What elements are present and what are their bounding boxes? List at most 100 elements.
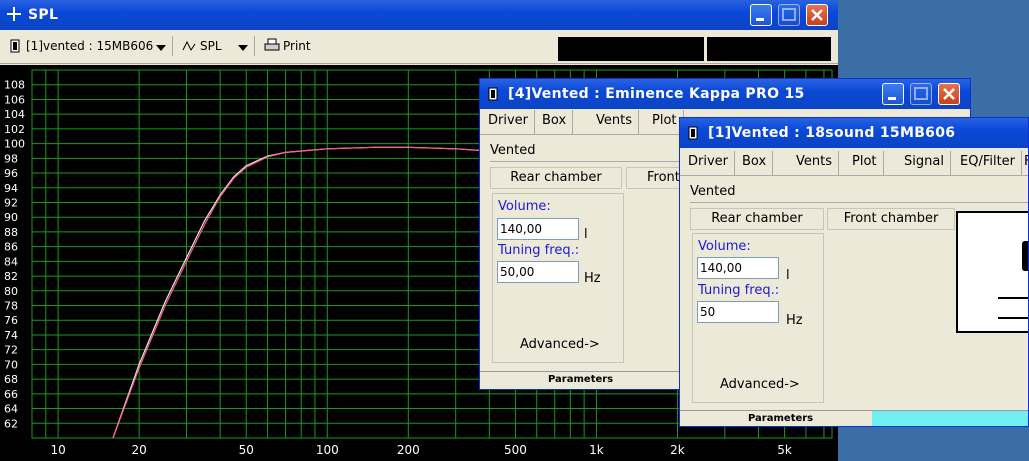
y-tick-label: 92 xyxy=(4,196,18,209)
minimize-button[interactable] xyxy=(750,4,772,26)
mode-selector[interactable]: SPL xyxy=(200,39,222,53)
tuning-input[interactable]: 50,00 xyxy=(497,261,579,283)
box-preview xyxy=(956,211,1028,333)
advanced-button[interactable]: Advanced-> xyxy=(720,377,800,392)
y-tick-label: 66 xyxy=(4,388,18,401)
tab-plot[interactable]: Plot xyxy=(646,110,684,134)
front-chamber-button[interactable]: Front chamber xyxy=(827,208,955,230)
tab-plot[interactable]: Plot xyxy=(846,151,884,175)
tab-driver[interactable]: Driver xyxy=(682,151,736,175)
x-tick-label: 20 xyxy=(131,443,146,457)
spl-series-line-1 xyxy=(112,146,537,439)
y-tick-label: 64 xyxy=(4,403,18,416)
crosshair-icon xyxy=(6,6,22,25)
y-tick-label: 62 xyxy=(4,417,18,430)
y-tick-label: 90 xyxy=(4,211,18,224)
port-line xyxy=(998,317,1028,319)
18sound-window-title: [1]Vented : 18sound 15MB606 xyxy=(708,125,956,141)
spl-series-line-0 xyxy=(112,146,537,439)
front-chamber-button[interactable]: Front xyxy=(626,167,686,189)
y-tick-label: 82 xyxy=(4,270,18,283)
18sound-titlebar[interactable]: [1]Vented : 18sound 15MB606 xyxy=(680,118,1028,148)
spl-window-title: SPL xyxy=(28,7,59,23)
status-label: Parameters xyxy=(748,413,814,424)
print-button[interactable]: Print xyxy=(283,39,311,53)
wave-icon xyxy=(182,40,198,55)
y-tick-label: 100 xyxy=(4,138,25,151)
y-tick-label: 102 xyxy=(4,123,25,136)
box-type-field[interactable]: Vented xyxy=(690,184,1028,203)
y-tick-label: 94 xyxy=(4,182,18,195)
y-tick-label: 106 xyxy=(4,93,25,106)
18sound-statusbar: Parameters xyxy=(680,410,1028,426)
spl-titlebar[interactable]: SPL xyxy=(0,0,838,30)
tab-more[interactable]: F xyxy=(1018,151,1028,175)
x-tick-label: 500 xyxy=(504,443,527,457)
progress-bar xyxy=(872,411,1028,426)
y-tick-label: 68 xyxy=(4,373,18,386)
18sound-window: [1]Vented : 18sound 15MB606 Driver Box V… xyxy=(679,117,1029,427)
y-tick-label: 98 xyxy=(4,152,18,165)
volume-unit: l xyxy=(786,268,790,283)
minimize-button[interactable] xyxy=(882,83,904,105)
close-button[interactable] xyxy=(938,83,960,105)
y-tick-label: 88 xyxy=(4,226,18,239)
spl-toolbar: [1]vented : 15MB606 SPL Print xyxy=(0,30,838,64)
speaker-icon xyxy=(488,87,498,104)
maximize-button[interactable] xyxy=(910,83,932,105)
volume-input[interactable]: 140,00 xyxy=(697,257,779,279)
x-tick-label: 10 xyxy=(50,443,65,457)
chevron-down-icon[interactable] xyxy=(238,42,248,56)
tab-box[interactable]: Box xyxy=(736,151,774,175)
tuning-unit: Hz xyxy=(584,271,601,286)
tab-vents[interactable]: Vents xyxy=(790,151,839,175)
rear-chamber-button[interactable]: Rear chamber xyxy=(690,208,824,230)
volume-unit: l xyxy=(584,227,588,242)
readout-box-1 xyxy=(558,37,704,61)
status-label: Parameters xyxy=(548,374,614,385)
printer-icon[interactable] xyxy=(264,38,280,55)
tuning-label: Tuning freq.: xyxy=(498,243,580,258)
x-tick-label: 50 xyxy=(239,443,254,457)
y-tick-label: 96 xyxy=(4,167,18,180)
chevron-down-icon[interactable] xyxy=(156,42,166,56)
speaker-icon xyxy=(688,126,698,143)
tab-box[interactable]: Box xyxy=(536,110,574,134)
y-tick-label: 76 xyxy=(4,314,18,327)
driver-selector[interactable]: [1]vented : 15MB606 xyxy=(26,39,153,53)
y-tick-label: 108 xyxy=(4,79,25,92)
volume-label: Volume: xyxy=(498,199,551,214)
close-button[interactable] xyxy=(806,4,828,26)
tab-driver[interactable]: Driver xyxy=(482,110,536,134)
tuning-input[interactable]: 50 xyxy=(697,301,779,323)
18sound-tabbar: Driver Box Vents Plot Signal EQ/Filter F xyxy=(680,151,1028,176)
tab-vents[interactable]: Vents xyxy=(590,110,639,134)
maximize-button[interactable] xyxy=(778,4,800,26)
y-tick-label: 84 xyxy=(4,255,18,268)
port-shape xyxy=(1022,241,1028,271)
tuning-unit: Hz xyxy=(786,313,803,328)
tuning-label: Tuning freq.: xyxy=(698,283,780,298)
advanced-button[interactable]: Advanced-> xyxy=(520,337,600,352)
y-tick-label: 80 xyxy=(4,285,18,298)
tab-eq-filter[interactable]: EQ/Filter xyxy=(954,151,1023,175)
x-tick-label: 2k xyxy=(670,443,685,457)
y-tick-label: 74 xyxy=(4,329,18,342)
x-tick-label: 200 xyxy=(397,443,420,457)
kappa-titlebar[interactable]: [4]Vented : Eminence Kappa PRO 15 xyxy=(480,79,970,109)
y-tick-label: 70 xyxy=(4,358,18,371)
y-tick-label: 86 xyxy=(4,241,18,254)
volume-label: Volume: xyxy=(698,239,751,254)
x-tick-label: 1k xyxy=(589,443,604,457)
separator xyxy=(172,36,173,56)
tab-signal[interactable]: Signal xyxy=(898,151,951,175)
port-line xyxy=(998,297,1028,299)
y-tick-label: 72 xyxy=(4,344,18,357)
x-tick-label: 100 xyxy=(316,443,339,457)
readout-box-2 xyxy=(707,37,831,61)
x-tick-label: 5k xyxy=(777,443,792,457)
y-tick-label: 78 xyxy=(4,300,18,313)
volume-input[interactable]: 140,00 xyxy=(497,218,579,240)
y-tick-label: 104 xyxy=(4,108,25,121)
rear-chamber-button[interactable]: Rear chamber xyxy=(490,167,622,189)
